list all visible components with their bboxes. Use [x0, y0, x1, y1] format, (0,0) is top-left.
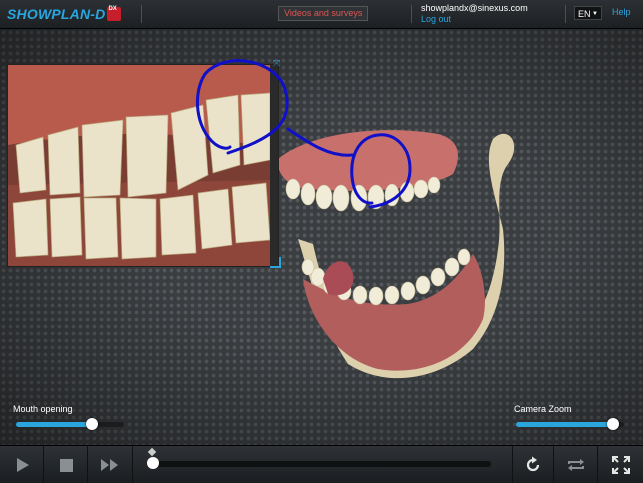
- loop-button[interactable]: [554, 446, 598, 483]
- logout-link[interactable]: Log out: [421, 14, 528, 25]
- camera-zoom-slider[interactable]: [516, 418, 624, 430]
- account-email: showplandx@sinexus.com: [421, 3, 528, 13]
- language-value: EN: [578, 9, 591, 19]
- videos-and-surveys-button[interactable]: Videos and surveys: [278, 6, 369, 21]
- help-link[interactable]: Help: [612, 7, 631, 17]
- caret-down-icon: ▼: [592, 11, 598, 17]
- logo-text: SHOWPLAN-D: [7, 6, 106, 22]
- logo-badge-text: DX: [108, 6, 117, 12]
- loop-icon: [567, 458, 584, 471]
- top-bar: SHOWPLAN-D DX Videos and surveys showpla…: [0, 0, 643, 29]
- divider: [565, 5, 566, 23]
- divider: [141, 5, 142, 23]
- timeline-marker-icon: [147, 447, 157, 457]
- slider-handle[interactable]: [85, 418, 98, 430]
- annotation-circle-model: [350, 133, 412, 209]
- annotation-layer: [195, 59, 412, 209]
- timeline-scrubber[interactable]: [147, 457, 491, 469]
- annotation-circle-photo: [195, 59, 289, 155]
- camera-zoom-label: Camera Zoom: [514, 404, 572, 414]
- stop-icon: [59, 458, 73, 472]
- divider: [411, 5, 412, 23]
- play-icon: [16, 457, 29, 472]
- timeline-handle[interactable]: [147, 457, 159, 469]
- app-logo[interactable]: SHOWPLAN-D DX: [7, 5, 122, 23]
- language-select[interactable]: EN ▼: [574, 6, 602, 20]
- account-info: showplandx@sinexus.com Log out: [421, 3, 528, 25]
- fullscreen-icon: [611, 455, 630, 474]
- mouth-opening-label: Mouth opening: [13, 404, 73, 414]
- slider-fill: [516, 422, 614, 427]
- playback-controls: [0, 445, 643, 483]
- reset-rotation-icon: [526, 456, 540, 471]
- stop-button[interactable]: [44, 446, 88, 483]
- fast-forward-icon: [101, 458, 118, 471]
- reset-rotation-button[interactable]: [512, 446, 554, 483]
- slider-fill: [16, 422, 92, 427]
- fast-forward-button[interactable]: [88, 446, 133, 483]
- model-viewport[interactable]: ⤧ Mouth opening Camera Zoom: [0, 29, 643, 445]
- mouth-opening-slider[interactable]: [16, 418, 124, 430]
- annotation-connector-line: [286, 127, 354, 157]
- logo-badge: DX: [107, 6, 122, 21]
- fullscreen-button[interactable]: [598, 446, 643, 483]
- play-button[interactable]: [0, 446, 44, 483]
